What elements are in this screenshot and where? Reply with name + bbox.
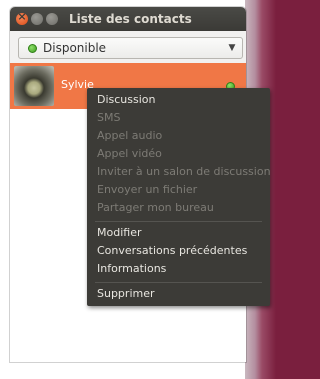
menu-item-previous-conversations[interactable]: Conversations précédentes <box>97 244 247 258</box>
avatar <box>14 66 54 106</box>
minimize-icon[interactable] <box>31 13 43 25</box>
presence-status-select[interactable]: Disponible ▼ <box>18 37 243 59</box>
menu-separator <box>95 221 262 222</box>
menu-item-edit[interactable]: Modifier <box>97 226 141 240</box>
menu-item-send-file: Envoyer un fichier <box>97 183 198 196</box>
menu-separator <box>95 282 262 283</box>
menu-item-video-call: Appel vidéo <box>97 147 162 160</box>
menu-item-share-desktop: Partager mon bureau <box>97 201 214 214</box>
close-icon[interactable] <box>16 10 28 25</box>
title-bar: Liste des contacts <box>10 7 246 31</box>
contact-context-menu: Discussion SMS Appel audio Appel vidéo I… <box>87 88 271 306</box>
menu-item-sms: SMS <box>97 111 121 124</box>
chevron-down-icon: ▼ <box>228 43 236 53</box>
menu-item-information[interactable]: Informations <box>97 262 166 276</box>
available-status-icon <box>28 43 37 53</box>
menu-item-discussion[interactable]: Discussion <box>97 93 156 107</box>
menu-item-audio-call: Appel audio <box>97 129 163 142</box>
window-title: Liste des contacts <box>69 12 192 26</box>
menu-item-delete[interactable]: Supprimer <box>97 287 155 301</box>
presence-status-label: Disponible <box>43 41 107 55</box>
maximize-icon[interactable] <box>46 13 58 25</box>
menu-item-invite-to-chatroom: Inviter à un salon de discussion <box>97 165 271 178</box>
